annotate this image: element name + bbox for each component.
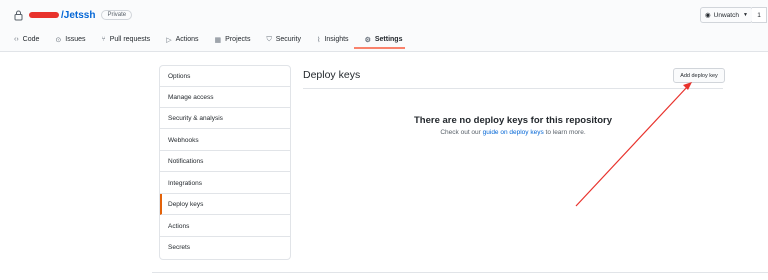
annotation-arrow [575,82,692,207]
arrow-head-icon [683,82,692,90]
arrow-line [575,85,689,207]
